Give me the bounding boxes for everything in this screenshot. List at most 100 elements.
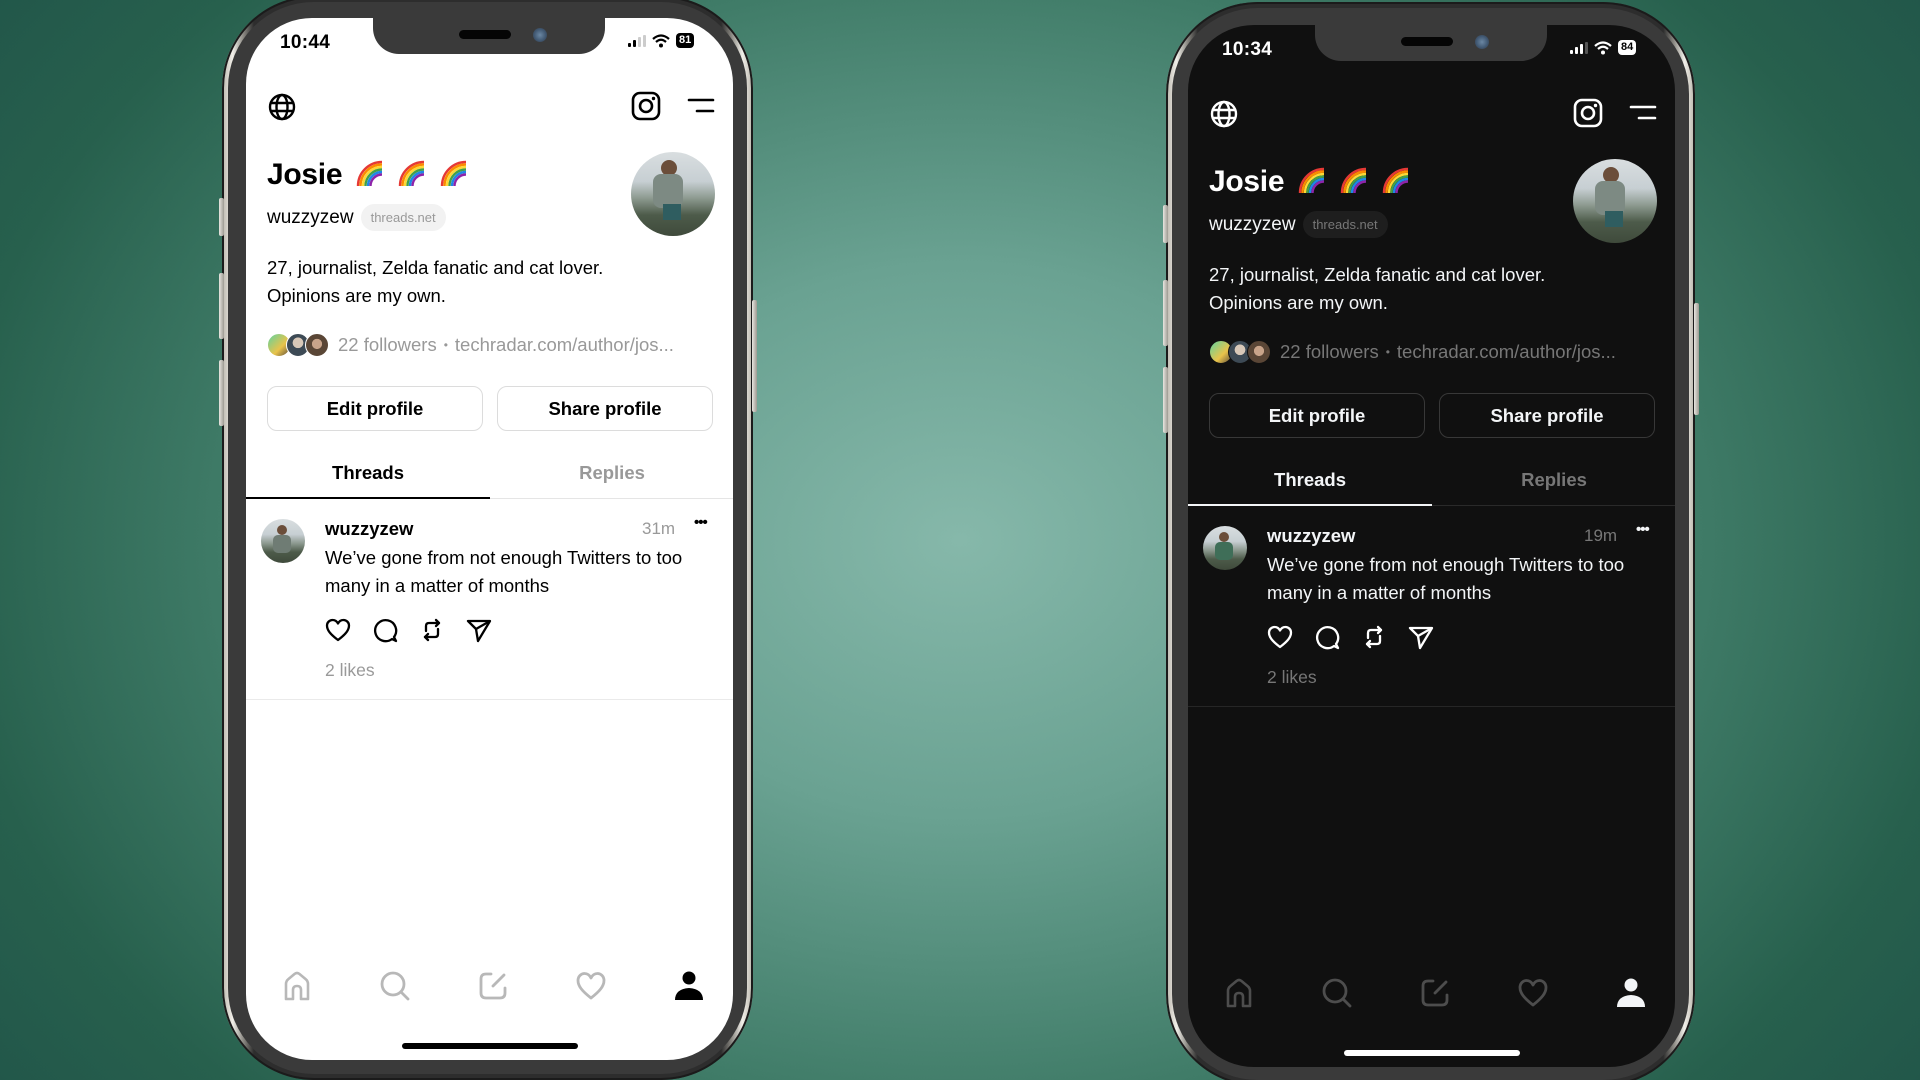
rainbow-emoji: [441, 160, 467, 187]
search-icon[interactable]: [1320, 976, 1354, 1010]
share-icon[interactable]: [1407, 623, 1435, 651]
menu-icon[interactable]: [1629, 104, 1657, 122]
like-icon[interactable]: [1266, 623, 1294, 651]
post-divider: [1188, 706, 1675, 707]
reply-icon[interactable]: [1313, 623, 1341, 651]
search-icon[interactable]: [378, 969, 412, 1003]
post-author[interactable]: wuzzyzew: [1267, 525, 1355, 547]
cellular-signal-icon: [1570, 41, 1588, 54]
home-indicator[interactable]: [401, 1043, 578, 1049]
wifi-icon: [1594, 40, 1612, 54]
likes-count[interactable]: 2 likes: [1267, 667, 1317, 688]
edit-profile-button[interactable]: Edit profile: [267, 386, 483, 431]
share-profile-button[interactable]: Share profile: [497, 386, 713, 431]
profile-avatar[interactable]: [1573, 159, 1657, 243]
post-text: We’ve gone from not enough Twitters to t…: [1267, 551, 1624, 607]
followers-count[interactable]: 22 followers: [1280, 341, 1379, 363]
compose-icon[interactable]: [1418, 976, 1452, 1010]
username-row: wuzzyzew threads.net: [1209, 211, 1388, 238]
bottom-nav: [246, 967, 733, 1007]
status-time: 10:34: [1222, 39, 1273, 60]
profile-name-text: Josie: [1209, 165, 1285, 198]
username: wuzzyzew: [1209, 213, 1296, 235]
likes-count[interactable]: 2 likes: [325, 660, 375, 681]
post-text-line: many in a matter of months: [325, 575, 550, 596]
post-actions: [1266, 623, 1435, 651]
post-author-avatar[interactable]: [1203, 526, 1247, 570]
repost-icon[interactable]: [1360, 623, 1388, 651]
volume-down-button: [219, 360, 224, 426]
compose-icon[interactable]: [476, 969, 510, 1003]
repost-icon[interactable]: [418, 616, 446, 644]
rainbow-emoji: [399, 160, 425, 187]
more-icon: •••: [694, 514, 708, 531]
status-icons: 81: [628, 33, 695, 48]
share-icon[interactable]: [465, 616, 493, 644]
tab-replies[interactable]: Replies: [490, 462, 733, 484]
share-profile-button[interactable]: Share profile: [1439, 393, 1655, 438]
more-icon: •••: [1636, 521, 1650, 538]
profile-link[interactable]: techradar.com/author/jos...: [455, 334, 674, 356]
menu-icon[interactable]: [687, 97, 715, 115]
profile-name-text: Josie: [267, 158, 343, 191]
volume-up-button: [219, 273, 224, 339]
follower-avatar: [1247, 340, 1271, 364]
home-indicator[interactable]: [1343, 1050, 1520, 1056]
home-icon[interactable]: [1222, 976, 1256, 1010]
instagram-icon[interactable]: [630, 90, 662, 122]
notch: [1315, 25, 1547, 61]
more-options-button[interactable]: •••: [694, 514, 708, 531]
followers-row: 22 followers • techradar.com/author/jos.…: [1209, 340, 1616, 364]
bio-line: Opinions are my own.: [267, 285, 446, 306]
profile-name: Josie: [267, 158, 468, 192]
profile-avatar[interactable]: [631, 152, 715, 236]
threads-net-badge[interactable]: threads.net: [1302, 211, 1388, 238]
rainbow-emoji: [1341, 167, 1367, 194]
rainbow-emoji: [1299, 167, 1325, 194]
dot-separator: •: [443, 338, 448, 352]
side-button: [219, 198, 224, 236]
threads-net-badge[interactable]: threads.net: [360, 204, 446, 231]
rainbow-emoji: [1383, 167, 1409, 194]
profile-icon[interactable]: [1614, 976, 1648, 1010]
follower-avatars[interactable]: [267, 333, 329, 357]
edit-profile-button[interactable]: Edit profile: [1209, 393, 1425, 438]
post-text: We’ve gone from not enough Twitters to t…: [325, 544, 682, 600]
tab-threads[interactable]: Threads: [1188, 469, 1432, 491]
post-author-avatar[interactable]: [261, 519, 305, 563]
follower-avatars[interactable]: [1209, 340, 1271, 364]
bio: 27, journalist, Zelda fanatic and cat lo…: [267, 254, 603, 310]
bio: 27, journalist, Zelda fanatic and cat lo…: [1209, 261, 1545, 317]
bottom-nav: [1188, 974, 1675, 1014]
like-icon[interactable]: [324, 616, 352, 644]
followers-count[interactable]: 22 followers: [338, 334, 437, 356]
globe-icon[interactable]: [267, 92, 297, 122]
home-icon[interactable]: [280, 969, 314, 1003]
tab-replies[interactable]: Replies: [1432, 469, 1675, 491]
wifi-icon: [652, 33, 670, 47]
post-time: 31m: [642, 519, 676, 538]
post-text-line: many in a matter of months: [1267, 582, 1492, 603]
post-actions: [324, 616, 493, 644]
profile-name: Josie: [1209, 165, 1410, 199]
post-author[interactable]: wuzzyzew: [325, 518, 413, 540]
profile-link[interactable]: techradar.com/author/jos...: [1397, 341, 1616, 363]
dot-separator: •: [1385, 345, 1390, 359]
screen-dark: 10:34 84 Josie wuzzyzew threads.net 27, …: [1188, 25, 1675, 1067]
activity-heart-icon[interactable]: [574, 969, 608, 1003]
username: wuzzyzew: [267, 206, 354, 228]
battery-level: 81: [676, 33, 695, 48]
username-row: wuzzyzew threads.net: [267, 204, 446, 231]
more-options-button[interactable]: •••: [1636, 521, 1650, 538]
instagram-icon[interactable]: [1572, 97, 1604, 129]
post-time: 19m: [1584, 526, 1618, 545]
globe-icon[interactable]: [1209, 99, 1239, 129]
power-button: [752, 300, 757, 412]
active-tab-indicator: [246, 497, 490, 499]
reply-icon[interactable]: [371, 616, 399, 644]
screen-light: 10:44 81 Josie wuzzyzew threads.net 27, …: [246, 18, 733, 1060]
tab-threads[interactable]: Threads: [246, 462, 490, 484]
profile-icon[interactable]: [672, 969, 706, 1003]
activity-heart-icon[interactable]: [1516, 976, 1550, 1010]
battery-level: 84: [1618, 40, 1637, 55]
